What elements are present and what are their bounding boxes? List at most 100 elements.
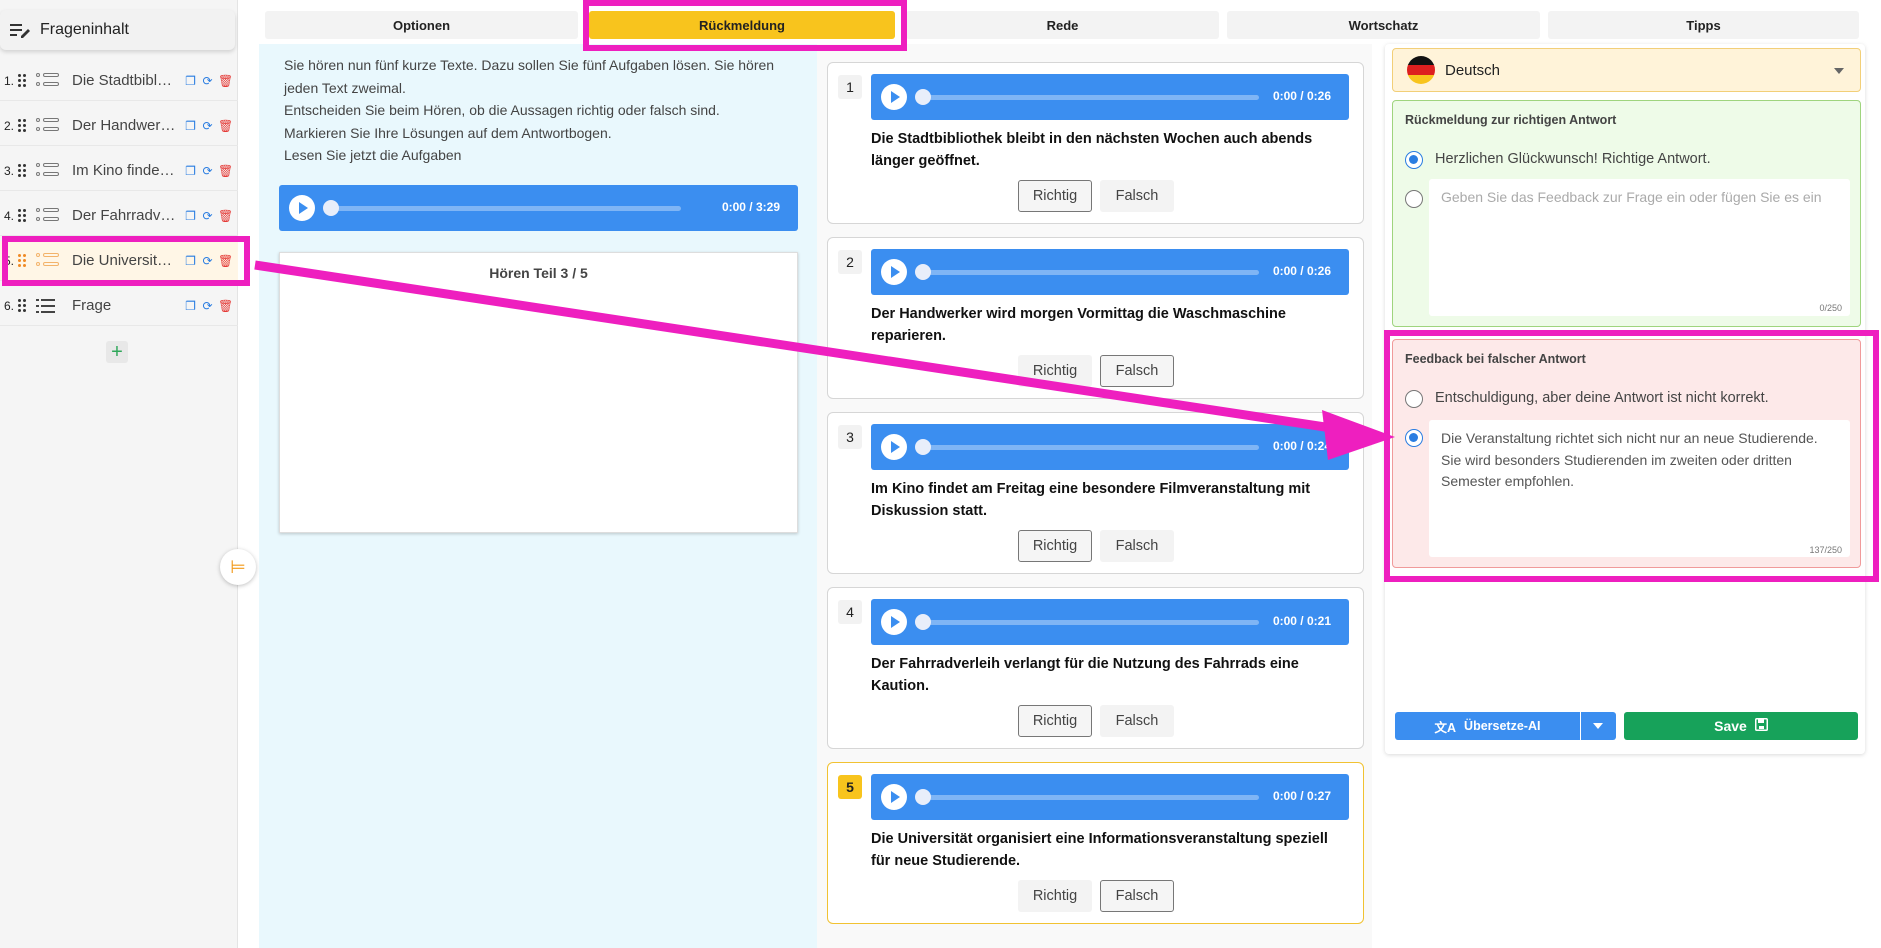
drag-handle-icon[interactable]: [18, 73, 28, 88]
audio-progress-knob[interactable]: [915, 89, 931, 105]
replace-icon[interactable]: ⟳: [201, 119, 214, 133]
play-icon[interactable]: [881, 259, 907, 285]
audio-progress-track[interactable]: [917, 270, 1259, 275]
replace-icon[interactable]: ⟳: [201, 299, 214, 313]
sidebar-item-1[interactable]: 1. Die Stadtbibl… ❐ ⟳ 🗑: [0, 61, 238, 101]
audio-progress-knob[interactable]: [323, 200, 339, 216]
card-number: 1: [838, 75, 862, 99]
play-icon[interactable]: [881, 784, 907, 810]
main-audio-player[interactable]: 0:00 / 3:29: [279, 185, 798, 231]
correct-feedback-input[interactable]: Geben Sie das Feedback zur Frage ein ode…: [1429, 179, 1850, 316]
answer-richtig-button[interactable]: Richtig: [1018, 180, 1092, 212]
question-card-3: 3 0:00 / 0:24 Im Kino findet am Freitag ei…: [827, 412, 1364, 574]
collapse-sidebar-icon[interactable]: ⊨: [220, 549, 256, 585]
audio-progress-knob[interactable]: [915, 614, 931, 630]
replace-icon[interactable]: ⟳: [201, 74, 214, 88]
delete-icon[interactable]: 🗑: [218, 119, 233, 133]
drag-handle-icon[interactable]: [18, 298, 28, 313]
answer-falsch-button[interactable]: Falsch: [1100, 180, 1174, 212]
question-audio-player[interactable]: 0:00 / 0:27: [871, 774, 1349, 820]
multiple-choice-icon: [34, 117, 60, 135]
drag-handle-icon[interactable]: [18, 118, 28, 133]
correct-custom-radio[interactable]: [1405, 190, 1423, 208]
question-audio-player[interactable]: 0:00 / 0:21: [871, 599, 1349, 645]
question-card-1: 1 0:00 / 0:26 Die Stadtbibliothek bleibt i…: [827, 62, 1364, 224]
sidebar-item-3[interactable]: 3. Im Kino finde… ❐ ⟳ 🗑: [0, 151, 238, 191]
correct-feedback-panel: Rückmeldung zur richtigen Antwort Herzli…: [1392, 100, 1861, 327]
copy-icon[interactable]: ❐: [184, 119, 197, 133]
german-flag-icon: [1407, 56, 1435, 84]
save-label: Save: [1714, 718, 1747, 734]
answer-richtig-button[interactable]: Richtig: [1018, 705, 1092, 737]
translate-dropdown-button[interactable]: [1581, 712, 1616, 740]
sidebar-item-4[interactable]: 4. Der Fahrradv… ❐ ⟳ 🗑: [0, 196, 238, 236]
audio-progress-track[interactable]: [917, 445, 1259, 450]
multiple-choice-icon: [34, 162, 60, 180]
answer-richtig-button[interactable]: Richtig: [1018, 880, 1092, 912]
audio-progress-track[interactable]: [917, 620, 1259, 625]
sidebar-item-2[interactable]: 2. Der Handwer… ❐ ⟳ 🗑: [0, 106, 238, 146]
play-icon[interactable]: [881, 609, 907, 635]
delete-icon[interactable]: 🗑: [218, 299, 233, 313]
instruction-text: Sie hören nun fünf kurze Texte. Dazu sol…: [284, 57, 775, 164]
audio-progress-knob[interactable]: [915, 789, 931, 805]
answer-falsch-button[interactable]: Falsch: [1100, 530, 1174, 562]
replace-icon[interactable]: ⟳: [201, 164, 214, 178]
question-sidebar: Frageninhalt 1. Die Stadtbibl… ❐ ⟳ 🗑 2. De…: [0, 0, 238, 948]
play-icon[interactable]: [881, 434, 907, 460]
translate-ai-button[interactable]: 文A Übersetze-AI: [1395, 712, 1580, 740]
drag-handle-icon[interactable]: [18, 208, 28, 223]
audio-progress-track[interactable]: [917, 95, 1259, 100]
save-button[interactable]: Save: [1624, 712, 1858, 740]
copy-icon[interactable]: ❐: [184, 74, 197, 88]
audio-progress-track[interactable]: [325, 206, 681, 211]
audio-time: 0:00 / 3:29: [721, 200, 780, 214]
question-audio-player[interactable]: 0:00 / 0:26: [871, 249, 1349, 295]
floppy-disk-icon: [1754, 718, 1768, 734]
play-icon[interactable]: [881, 84, 907, 110]
question-statement: Die Universität organisiert eine Informa…: [871, 831, 1328, 869]
play-icon[interactable]: [289, 195, 315, 221]
translate-label: Übersetze-AI: [1464, 719, 1541, 733]
audio-progress-track[interactable]: [917, 795, 1259, 800]
answer-falsch-button[interactable]: Falsch: [1100, 705, 1174, 737]
tab-wortschatz[interactable]: Wortschatz: [1227, 11, 1540, 39]
card-number: 5: [838, 775, 862, 799]
audio-progress-knob[interactable]: [915, 439, 931, 455]
language-select[interactable]: Deutsch: [1392, 48, 1861, 92]
audio-progress-knob[interactable]: [915, 264, 931, 280]
sidebar-item-label: Der Handwer…: [72, 117, 176, 134]
question-audio-player[interactable]: 0:00 / 0:26: [871, 74, 1349, 120]
replace-icon[interactable]: ⟳: [201, 209, 214, 223]
card-number: 2: [838, 250, 862, 274]
answer-falsch-button[interactable]: Falsch: [1100, 355, 1174, 387]
sidebar-item-6[interactable]: 6. Frage ❐ ⟳ 🗑: [0, 286, 238, 326]
copy-icon[interactable]: ❐: [184, 299, 197, 313]
answer-richtig-button[interactable]: Richtig: [1018, 530, 1092, 562]
delete-icon[interactable]: 🗑: [218, 164, 233, 178]
correct-default-option: Herzlichen Glückwunsch! Richtige Antwort…: [1435, 151, 1711, 167]
tab-tipps[interactable]: Tipps: [1548, 11, 1859, 39]
question-audio-player[interactable]: 0:00 / 0:24: [871, 424, 1349, 470]
multiple-choice-icon: [34, 72, 60, 90]
question-statement: Der Fahrradverleih verlangt für die Nutz…: [871, 656, 1299, 694]
translate-icon: 文A: [1434, 720, 1457, 735]
correct-char-count: 0/250: [1819, 303, 1842, 313]
question-card-2: 2 0:00 / 0:26 Der Handwerker wird morgen V…: [827, 237, 1364, 399]
answer-richtig-button[interactable]: Richtig: [1018, 355, 1092, 387]
language-label: Deutsch: [1445, 61, 1501, 79]
delete-icon[interactable]: 🗑: [218, 209, 233, 223]
drag-handle-icon[interactable]: [18, 163, 28, 178]
question-number: 2.: [3, 118, 14, 133]
tab-rede[interactable]: Rede: [906, 11, 1219, 39]
question-statement: Der Handwerker wird morgen Vormittag die…: [871, 306, 1286, 344]
correct-default-radio[interactable]: [1405, 151, 1423, 169]
tab-optionen[interactable]: Optionen: [265, 11, 578, 39]
answer-falsch-button[interactable]: Falsch: [1100, 880, 1174, 912]
audio-time: 0:00 / 0:27: [1272, 789, 1331, 803]
audio-time: 0:00 / 0:26: [1272, 264, 1331, 278]
copy-icon[interactable]: ❐: [184, 164, 197, 178]
delete-icon[interactable]: 🗑: [218, 74, 233, 88]
copy-icon[interactable]: ❐: [184, 209, 197, 223]
add-question-button[interactable]: +: [106, 341, 128, 363]
